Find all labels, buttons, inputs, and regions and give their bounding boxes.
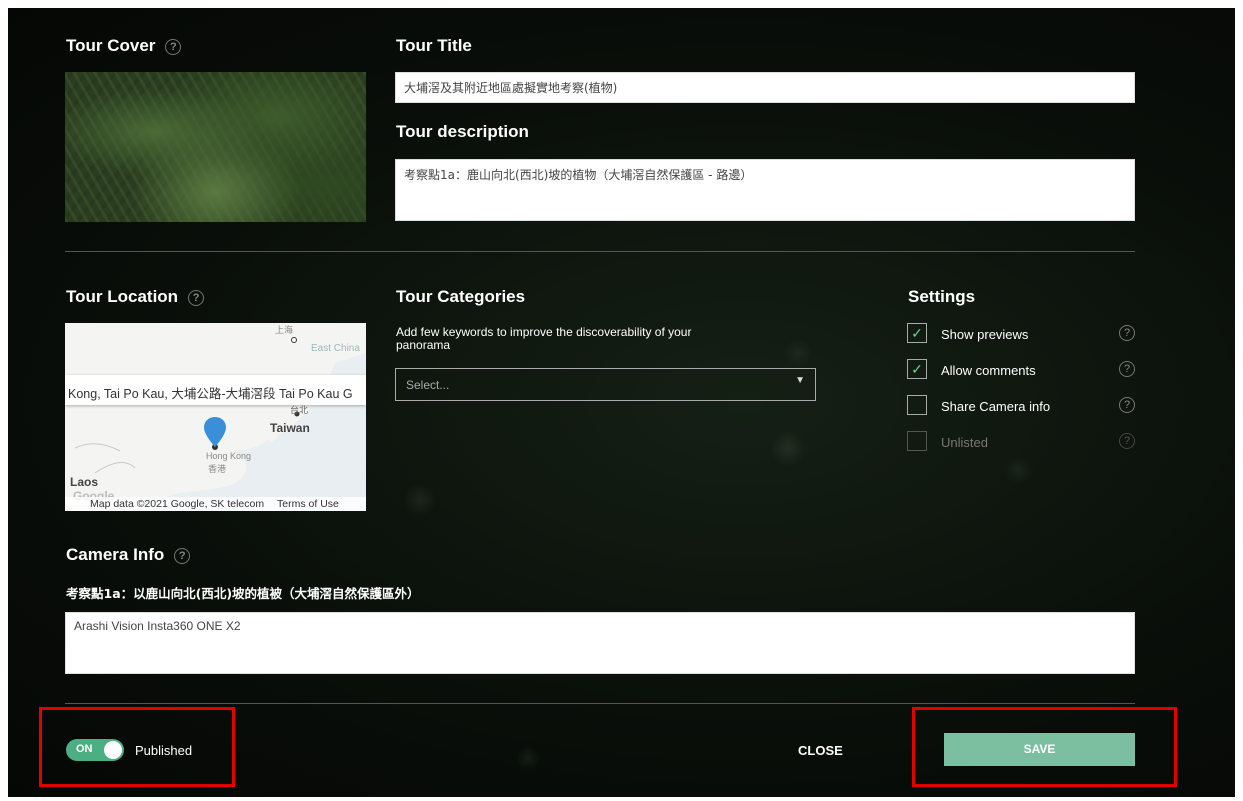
map-attribution: Map data ©2021 Google, SK telecom xyxy=(90,498,265,510)
help-icon[interactable]: ? xyxy=(165,38,182,55)
tour-location-map[interactable]: 上海 East China Kong, Tai Po Kau, 大埔公路-大埔滘… xyxy=(65,323,366,511)
chevron-down-icon: ▼ xyxy=(795,375,805,386)
tour-description-textarea[interactable]: 考察點1a：鹿山向北(西北)坡的植物（大埔滘自然保護區 - 路邊） xyxy=(395,159,1135,221)
map-address-popup: Kong, Tai Po Kau, 大埔公路-大埔滘段 Tai Po Kau G xyxy=(65,375,366,405)
tour-cover-heading-text: Tour Cover xyxy=(66,36,156,55)
map-label-east-china: East China xyxy=(311,343,360,354)
help-icon[interactable]: ? xyxy=(174,547,191,564)
unlisted-checkbox xyxy=(907,431,927,451)
help-icon[interactable]: ? xyxy=(1119,361,1135,377)
tour-cover-heading: Tour Cover? xyxy=(66,36,182,56)
map-label-shanghai: 上海 xyxy=(275,325,294,335)
help-icon: ? xyxy=(1119,433,1135,449)
tour-description-heading: Tour description xyxy=(396,122,529,141)
camera-info-heading: Camera Info? xyxy=(66,545,191,565)
camera-info-heading-text: Camera Info xyxy=(66,545,165,564)
map-label-hongkong-cn: 香港 xyxy=(208,464,227,474)
tour-location-heading-text: Tour Location xyxy=(66,287,179,306)
tour-categories-placeholder: Select... xyxy=(406,378,450,392)
map-terms-link[interactable]: Terms of Use xyxy=(277,498,339,510)
tour-title-input[interactable]: 大埔滘及其附近地區處擬實地考察(植物) xyxy=(395,72,1135,103)
map-label-laos: Laos xyxy=(70,475,99,489)
tour-categories-select[interactable]: Select... ▼ xyxy=(395,368,816,401)
tour-cover-image[interactable] xyxy=(65,72,366,222)
help-icon[interactable]: ? xyxy=(1119,397,1135,413)
section-divider xyxy=(65,703,1135,704)
unlisted-label: Unlisted xyxy=(941,435,988,450)
map-attribution-bar: Map data ©2021 Google, SK telecom Terms … xyxy=(65,497,366,511)
tour-settings-panel: Tour Cover? Tour Title 大埔滘及其附近地區處擬實地考察(植… xyxy=(8,8,1235,797)
camera-info-textarea[interactable]: Arashi Vision Insta360 ONE X2 xyxy=(65,612,1135,674)
setting-unlisted: Unlisted ? xyxy=(907,431,1135,453)
setting-share-camera-info: Share Camera info ? xyxy=(907,395,1135,417)
help-icon[interactable]: ? xyxy=(188,289,205,306)
share-camera-info-checkbox[interactable] xyxy=(907,395,927,415)
save-button[interactable]: SAVE xyxy=(944,733,1135,766)
tour-categories-heading: Tour Categories xyxy=(396,287,526,306)
camera-info-caption: 考察點1a：以鹿山向北(西北)坡的植被（大埔滘自然保護區外） xyxy=(66,586,420,601)
help-icon[interactable]: ? xyxy=(1119,325,1135,341)
allow-comments-label: Allow comments xyxy=(941,363,1036,378)
tour-location-heading: Tour Location? xyxy=(66,287,205,307)
tour-categories-hint: Add few keywords to improve the discover… xyxy=(396,325,692,352)
map-pin-icon xyxy=(204,417,226,447)
toggle-knob xyxy=(104,741,122,759)
published-label: Published xyxy=(135,743,193,758)
allow-comments-checkbox[interactable]: ✓ xyxy=(907,359,927,379)
section-divider xyxy=(65,251,1135,252)
published-toggle[interactable]: ON xyxy=(66,739,124,761)
map-label-taibei: 台北 xyxy=(290,405,309,415)
setting-allow-comments: ✓ Allow comments ? xyxy=(907,359,1135,381)
share-camera-info-label: Share Camera info xyxy=(941,399,1051,414)
show-previews-label: Show previews xyxy=(941,327,1029,342)
setting-show-previews: ✓ Show previews ? xyxy=(907,323,1135,345)
tour-title-heading: Tour Title xyxy=(396,36,472,55)
map-label-hongkong: Hong Kong xyxy=(206,451,252,461)
map-label-taiwan: Taiwan xyxy=(270,421,310,435)
close-button[interactable]: CLOSE xyxy=(798,743,843,758)
show-previews-checkbox[interactable]: ✓ xyxy=(907,323,927,343)
settings-heading: Settings xyxy=(908,287,976,306)
toggle-state-label: ON xyxy=(76,743,93,755)
